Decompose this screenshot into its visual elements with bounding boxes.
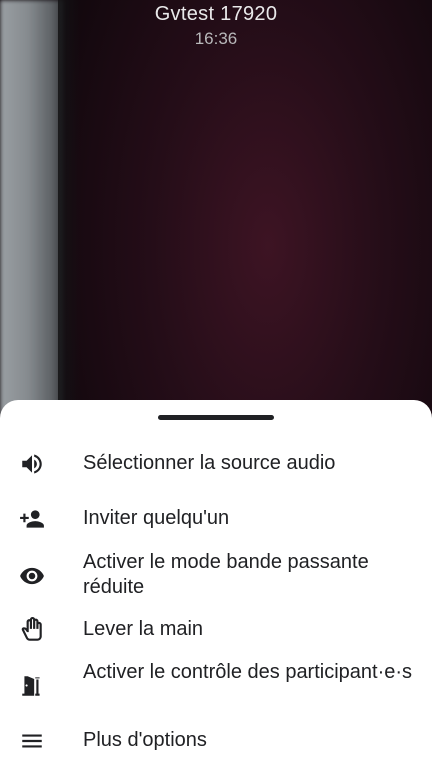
menu-item-host-controls[interactable]: Activer le contrôle des participant·e·s: [0, 658, 432, 714]
menu-item-audio-source[interactable]: Sélectionner la source audio: [0, 450, 432, 478]
door-icon: [18, 672, 46, 700]
video-background-wall: [0, 0, 62, 420]
video-background-shadow: [58, 0, 80, 420]
menu-item-label: Inviter quelqu'un: [83, 507, 230, 529]
menu-item-more-options[interactable]: Plus d'options: [0, 727, 432, 755]
call-time: 16:36: [194, 29, 238, 48]
menu-item-label: Activer le contrôle des participant·e·s: [83, 661, 413, 683]
menu-item-label: Lever la main: [83, 618, 204, 640]
menu-item-raise-hand[interactable]: Lever la main: [0, 616, 432, 644]
call-screen: Gvtest 17920 16:36 Sélectionner la sourc…: [0, 0, 432, 768]
hand-icon: [18, 616, 46, 644]
sheet-drag-handle[interactable]: [158, 415, 274, 420]
speaker-icon: [18, 450, 46, 478]
menu-item-low-bandwidth[interactable]: Activer le mode bande passante réduite: [0, 548, 432, 604]
menu-icon: [18, 727, 46, 755]
menu-item-label: Plus d'options: [83, 729, 207, 751]
menu-item-label: Sélectionner la source audio: [83, 452, 336, 474]
options-bottom-sheet: Sélectionner la source audio Inviter que…: [0, 400, 432, 768]
menu-item-invite[interactable]: Inviter quelqu'un: [0, 505, 432, 533]
meeting-title: Gvtest 17920: [154, 3, 278, 25]
call-header: Gvtest 17920 16:36: [0, 0, 432, 49]
add-person-icon: [18, 505, 46, 533]
menu-item-label: Activer le mode bande passante réduite: [83, 551, 369, 598]
eye-icon: [18, 562, 46, 590]
